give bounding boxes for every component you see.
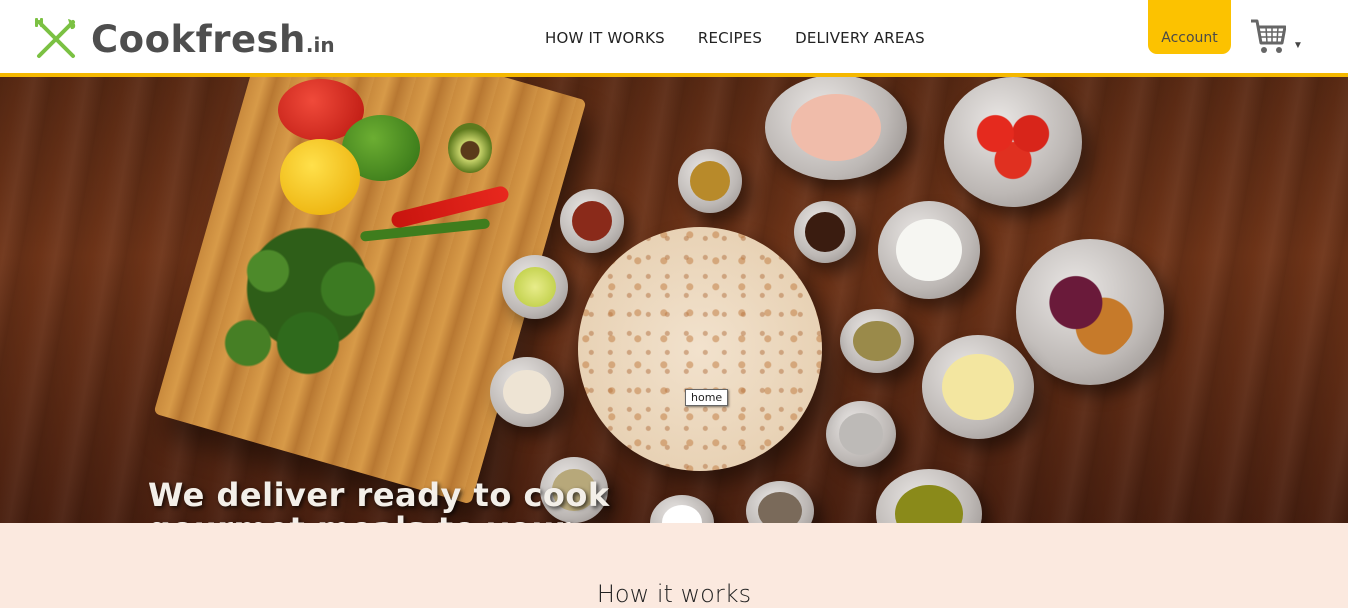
bowl-tomatoes-image <box>944 77 1082 207</box>
how-it-works-heading: How it works <box>596 580 752 608</box>
logo-link[interactable]: Cookfresh .in <box>33 16 335 62</box>
bowl-chicken-image <box>765 77 907 180</box>
bowl-cheese-image <box>922 335 1034 439</box>
bowl-chili-flakes-image <box>560 189 624 253</box>
brand-name: Cookfresh <box>91 17 306 61</box>
nav-how-it-works[interactable]: HOW IT WORKS <box>545 29 665 47</box>
tortilla-image <box>578 227 822 471</box>
bowl-lime-image <box>502 255 568 319</box>
hero-tagline: We deliver ready to cook gourmet meals t… <box>148 476 610 523</box>
nav-delivery-areas[interactable]: DELIVERY AREAS <box>795 29 925 47</box>
bowl-pepper-image <box>746 481 814 523</box>
shopping-cart-icon[interactable] <box>1250 18 1286 56</box>
main-nav: HOW IT WORKS RECIPES DELIVERY AREAS <box>545 29 958 47</box>
brand-suffix: .in <box>305 33 335 57</box>
nav-recipes[interactable]: RECIPES <box>698 29 762 47</box>
bowl-cloves-image <box>794 201 856 263</box>
account-button[interactable]: Account <box>1148 0 1231 54</box>
site-header: Cookfresh .in HOW IT WORKS RECIPES DELIV… <box>0 0 1348 73</box>
bowl-sour-cream-image <box>878 201 980 299</box>
bowl-salsa-image <box>876 469 982 523</box>
yellow-pepper-image <box>280 139 360 215</box>
hover-tooltip: home <box>685 389 729 406</box>
bowl-salt-image <box>650 495 714 523</box>
bowl-garlic-image <box>490 357 564 427</box>
fork-knife-cross-icon <box>35 18 76 58</box>
bowl-onions-image <box>1016 239 1164 385</box>
bowl-bay-leaves-image <box>840 309 914 373</box>
bowl-oil-image <box>826 401 896 467</box>
avocado-image <box>448 123 492 173</box>
hero-banner: home We deliver ready to cook gourmet me… <box>0 77 1348 523</box>
cart-dropdown-caret-icon[interactable]: ▼ <box>1293 40 1303 51</box>
bowl-spice-image <box>678 149 742 213</box>
